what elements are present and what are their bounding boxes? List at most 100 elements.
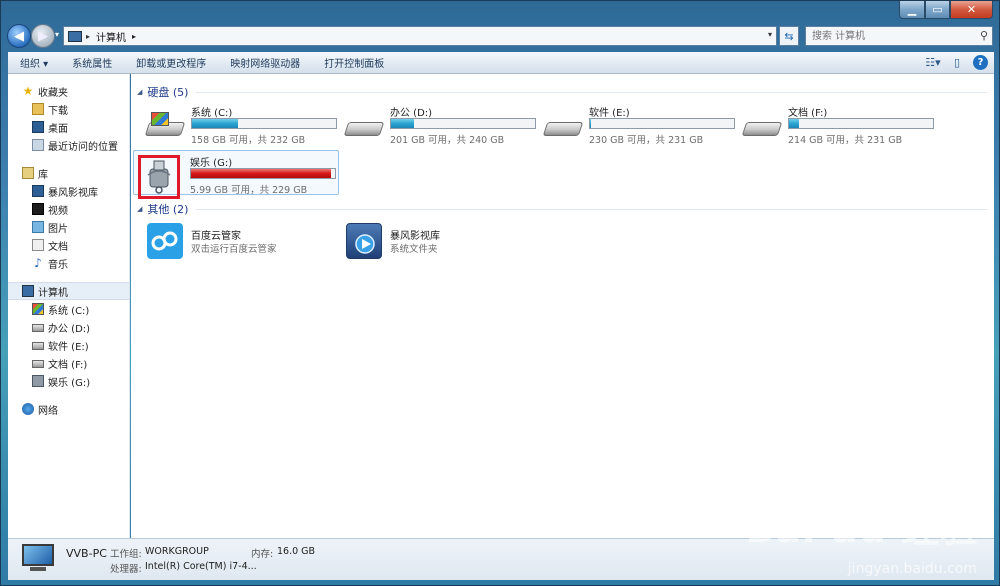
history-dropdown[interactable]: ▾ — [55, 30, 59, 39]
workgroup-label: 工作组: — [110, 549, 142, 560]
control-panel-button[interactable]: 打开控制面板 — [312, 55, 396, 70]
computer-icon — [68, 30, 82, 42]
search-box[interactable]: ⚲ — [805, 26, 993, 46]
sidebar-favorites[interactable]: ★ 收藏夹 — [8, 82, 129, 100]
breadcrumb-chevron-icon[interactable]: ▸ — [86, 32, 90, 41]
sidebar-label: 收藏夹 — [38, 87, 68, 99]
map-drive-button[interactable]: 映射网络驱动器 — [218, 55, 312, 70]
hard-drive-icon — [542, 116, 584, 138]
sidebar-item-drive-g[interactable]: 娱乐 (G:) — [8, 372, 129, 390]
sidebar-item-desktop[interactable]: 桌面 — [8, 118, 129, 136]
video-library-icon — [32, 185, 44, 197]
hard-drive-icon — [32, 360, 44, 368]
collapse-triangle-icon[interactable]: ◢ — [137, 88, 142, 96]
item-baofeng-library[interactable]: 暴风影视库 系统文件夹 — [340, 221, 535, 261]
toolbar-right: ☷▾ ▯ ? — [925, 54, 988, 70]
back-button[interactable]: ◀ — [7, 24, 31, 48]
sidebar-item-label: 文档 — [48, 241, 68, 253]
help-icon[interactable]: ? — [973, 54, 988, 70]
sidebar-item-label: 视频 — [48, 205, 68, 217]
item-desc: 双击运行百度云管家 — [191, 244, 277, 255]
drive-usage-fill — [191, 169, 331, 178]
workgroup-value: WORKGROUP — [145, 546, 209, 557]
drive-usage-fill — [789, 119, 800, 128]
address-row: ◀ ▶ ▾ ▸ 计算机 ▸ ▾ ⇆ ⚲ — [1, 23, 1000, 49]
memory-label: 内存: — [251, 549, 274, 560]
uninstall-button[interactable]: 卸载或更改程序 — [124, 55, 218, 70]
sidebar-item-label: 桌面 — [48, 123, 68, 135]
sidebar-item-pictures[interactable]: 图片 — [8, 218, 129, 236]
sidebar-network[interactable]: 网络 — [8, 400, 129, 418]
sidebar-item-label: 娱乐 (G:) — [48, 377, 91, 389]
sidebar-item-label: 办公 (D:) — [48, 323, 91, 335]
section-divider — [196, 208, 987, 210]
minimize-button[interactable]: ▁ — [899, 1, 925, 19]
sidebar-item-videos[interactable]: 视频 — [8, 200, 129, 218]
breadcrumb-chevron-icon[interactable]: ▸ — [132, 32, 136, 41]
forward-button[interactable]: ▶ — [31, 24, 55, 48]
system-properties-button[interactable]: 系统属性 — [60, 55, 124, 70]
video-icon — [32, 203, 44, 215]
system-drive-icon — [144, 112, 186, 138]
sidebar-item-drive-e[interactable]: 软件 (E:) — [8, 336, 129, 354]
refresh-button[interactable]: ⇆ — [779, 26, 799, 46]
drive-f[interactable]: 文档 (F:) 214 GB 可用，共 231 GB — [738, 104, 934, 146]
address-dropdown-icon[interactable]: ▾ — [768, 30, 772, 39]
arrow-right-icon: ▶ — [38, 28, 48, 44]
drive-g[interactable]: 娱乐 (G:) 5.99 GB 可用，共 229 GB — [133, 150, 339, 199]
search-input[interactable] — [812, 27, 962, 45]
picture-icon — [32, 221, 44, 233]
search-icon[interactable]: ⚲ — [980, 29, 988, 42]
network-icon — [22, 403, 34, 415]
section-other-header[interactable]: ◢ 其他 (2) — [137, 201, 987, 217]
sidebar-item-recent[interactable]: 最近访问的位置 — [8, 136, 129, 154]
section-hdd-header[interactable]: ◢ 硬盘 (5) — [137, 84, 987, 100]
sidebar-item-downloads[interactable]: 下载 — [8, 100, 129, 118]
sidebar-item-label: 软件 (E:) — [48, 341, 89, 353]
download-folder-icon — [32, 103, 44, 115]
video-library-icon — [346, 223, 382, 259]
document-icon — [32, 239, 44, 251]
computer-icon — [22, 285, 34, 297]
sidebar-item-drive-f[interactable]: 文档 (F:) — [8, 354, 129, 372]
view-options-icon[interactable]: ☷▾ — [925, 54, 941, 70]
computer-monitor-icon — [22, 544, 58, 574]
item-desc: 系统文件夹 — [390, 244, 438, 255]
desktop-icon — [32, 121, 44, 133]
drive-usage-bar — [390, 118, 536, 129]
sidebar-item-label: 最近访问的位置 — [48, 141, 118, 153]
sidebar-item-baofeng[interactable]: 暴风影视库 — [8, 182, 129, 200]
drive-usage-bar — [191, 118, 337, 129]
drive-e[interactable]: 软件 (E:) 230 GB 可用，共 231 GB — [539, 104, 735, 146]
breadcrumb-computer[interactable]: 计算机 — [96, 29, 126, 44]
drive-usage-fill — [391, 119, 415, 128]
collapse-triangle-icon[interactable]: ◢ — [137, 205, 142, 213]
maximize-button[interactable]: ▭ — [925, 1, 950, 19]
file-list: ◢ 硬盘 (5) 系统 (C:) 158 GB 可用，共 232 GB 办公 (… — [131, 74, 994, 538]
drive-name: 系统 (C:) — [191, 108, 233, 119]
preview-pane-icon[interactable]: ▯ — [949, 54, 965, 70]
item-baidu-cloud[interactable]: 百度云管家 双击运行百度云管家 — [141, 221, 336, 261]
sidebar-item-documents[interactable]: 文档 — [8, 236, 129, 254]
drive-name: 文档 (F:) — [788, 108, 828, 119]
drive-c[interactable]: 系统 (C:) 158 GB 可用，共 232 GB — [141, 104, 337, 146]
hard-drive-icon — [32, 324, 44, 332]
drive-usage-fill — [590, 119, 592, 128]
section-title: 其他 (2) — [147, 203, 189, 216]
explorer-window: ▁ ▭ ✕ ◀ ▶ ▾ ▸ 计算机 ▸ ▾ ⇆ ⚲ 组织 ▾ 系统属性 卸载或更… — [0, 0, 1000, 586]
drive-usage-bar — [190, 168, 336, 179]
organize-button[interactable]: 组织 ▾ — [8, 55, 60, 70]
sidebar-item-drive-d[interactable]: 办公 (D:) — [8, 318, 129, 336]
sidebar-item-label: 系统 (C:) — [48, 305, 90, 317]
drive-info: 214 GB 可用，共 231 GB — [788, 135, 903, 146]
sidebar-computer[interactable]: 计算机 — [8, 282, 129, 300]
sidebar-item-music[interactable]: ♪ 音乐 — [8, 254, 129, 272]
close-button[interactable]: ✕ — [950, 1, 993, 19]
sidebar-item-label: 图片 — [48, 223, 68, 235]
address-bar[interactable]: ▸ 计算机 ▸ ▾ — [63, 26, 777, 46]
sidebar-libraries[interactable]: 库 — [8, 164, 129, 182]
sidebar-item-label: 音乐 — [48, 259, 68, 271]
drive-d[interactable]: 办公 (D:) 201 GB 可用，共 240 GB — [340, 104, 536, 146]
system-drive-icon — [32, 303, 44, 315]
sidebar-item-drive-c[interactable]: 系统 (C:) — [8, 300, 129, 318]
